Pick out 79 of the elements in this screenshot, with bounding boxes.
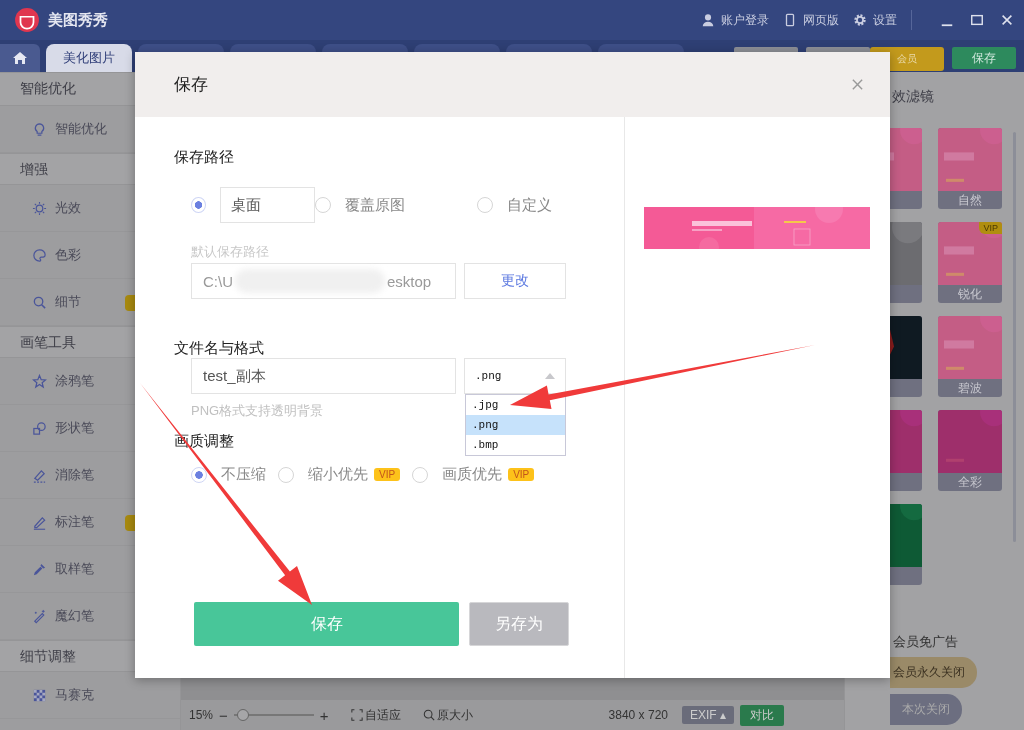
close-ads-forever-button[interactable]: 会员永久关闭	[890, 657, 977, 688]
app-name: 美图秀秀	[48, 10, 108, 30]
phone-icon	[783, 13, 797, 27]
zoom-out-button[interactable]: −	[219, 706, 228, 724]
sidebar-item-label: 马赛克	[55, 686, 94, 704]
magnifier-icon	[422, 709, 435, 721]
vip-badge: VIP	[374, 468, 401, 481]
bulb-icon	[32, 121, 47, 137]
zoom-in-button[interactable]: +	[319, 706, 329, 724]
slider-thumb[interactable]	[237, 709, 250, 721]
home-tab[interactable]	[0, 44, 40, 72]
account-login-link[interactable]: 账户登录	[721, 11, 769, 29]
eraser-icon	[32, 467, 47, 483]
sidebar-item-label: 色彩	[55, 246, 81, 264]
sidebar-item-label: 形状笔	[55, 419, 94, 437]
settings-link[interactable]: 设置	[873, 11, 897, 29]
sidebar-item-label: 智能优化	[55, 120, 107, 138]
save-button[interactable]: 保存	[194, 602, 459, 646]
magnifier-icon	[32, 294, 47, 310]
user-icon	[701, 13, 715, 27]
radio-label: 不压缩	[221, 465, 266, 484]
toolbar-button[interactable]: 保存	[952, 47, 1016, 69]
dropdown-option[interactable]: .bmp	[466, 435, 565, 455]
vip-badge: VIP	[979, 222, 1002, 234]
home-icon	[12, 50, 28, 66]
radio-button[interactable]	[191, 197, 206, 213]
exif-button[interactable]: EXIF ▴	[682, 706, 734, 724]
shapes-icon	[32, 420, 47, 436]
filter-card[interactable]: 锐化 VIP	[938, 222, 1002, 303]
wand-icon	[32, 608, 47, 624]
checker-icon	[32, 687, 47, 703]
filter-card[interactable]: 全彩	[938, 410, 1002, 491]
sidebar-item-label: 消除笔	[55, 466, 94, 484]
panel-title: 效滤镜	[892, 88, 934, 106]
card-label: 碧波	[957, 380, 983, 397]
image-size: 3840 x 720	[608, 708, 668, 722]
change-button[interactable]: 更改	[464, 263, 566, 299]
sidebar-item-label: 细节	[55, 293, 81, 311]
sidebar-item-label: 魔幻笔	[55, 607, 94, 625]
zoom-percentage: 15%	[189, 708, 214, 722]
dropdown-option[interactable]: .png	[466, 415, 565, 435]
filter-card[interactable]: 碧波	[938, 316, 1002, 397]
caret-icon	[545, 373, 555, 379]
vip-badge: VIP	[508, 468, 535, 481]
radio-label: 覆盖原图	[345, 195, 405, 215]
filter-card[interactable]: 自然	[938, 128, 1002, 209]
card-label: 全彩	[957, 474, 983, 491]
path-text: esktop	[387, 272, 432, 290]
app-logo-icon	[14, 7, 40, 33]
file-name-field[interactable]: test_副本	[191, 358, 456, 394]
original-size-button[interactable]: 原大小	[436, 706, 473, 724]
card-label: 锐化	[957, 286, 983, 303]
radio-label: 缩小优先	[308, 465, 368, 484]
format-value: .png	[475, 370, 502, 382]
web-version-link[interactable]: 网页版	[803, 11, 839, 29]
settings-icon	[853, 13, 867, 27]
ad-text: 会员免广告	[892, 633, 959, 651]
radio-label: 画质优先	[442, 465, 503, 484]
fit-icon	[350, 709, 363, 721]
hint-text: PNG格式支持透明背景	[191, 402, 324, 420]
close-once-button[interactable]: 本次关闭	[890, 694, 962, 725]
sun-icon	[32, 200, 47, 216]
path-text: C:\U	[203, 272, 233, 290]
radio-label: 自定义	[507, 195, 552, 215]
star-icon	[32, 373, 47, 389]
tab[interactable]: 美化图片	[46, 44, 132, 72]
sidebar-item-label: 涂鸦笔	[55, 372, 94, 390]
path-field[interactable]: C:\U esktop	[191, 263, 456, 299]
card-label: 自然	[957, 192, 983, 209]
radio-label: 桌面	[219, 187, 315, 223]
sidebar-item-label: 光效	[55, 199, 81, 217]
dropper-icon	[32, 561, 47, 577]
sidebar-item-label: 标注笔	[55, 513, 94, 531]
compare-button[interactable]: 对比	[740, 704, 784, 726]
sidebar-item-label: 取样笔	[55, 560, 94, 578]
fit-button[interactable]: 自适应	[364, 706, 401, 724]
pen-icon	[32, 514, 47, 530]
dropdown-option[interactable]: .jpg	[466, 395, 565, 415]
maximize-icon[interactable]	[970, 13, 984, 27]
